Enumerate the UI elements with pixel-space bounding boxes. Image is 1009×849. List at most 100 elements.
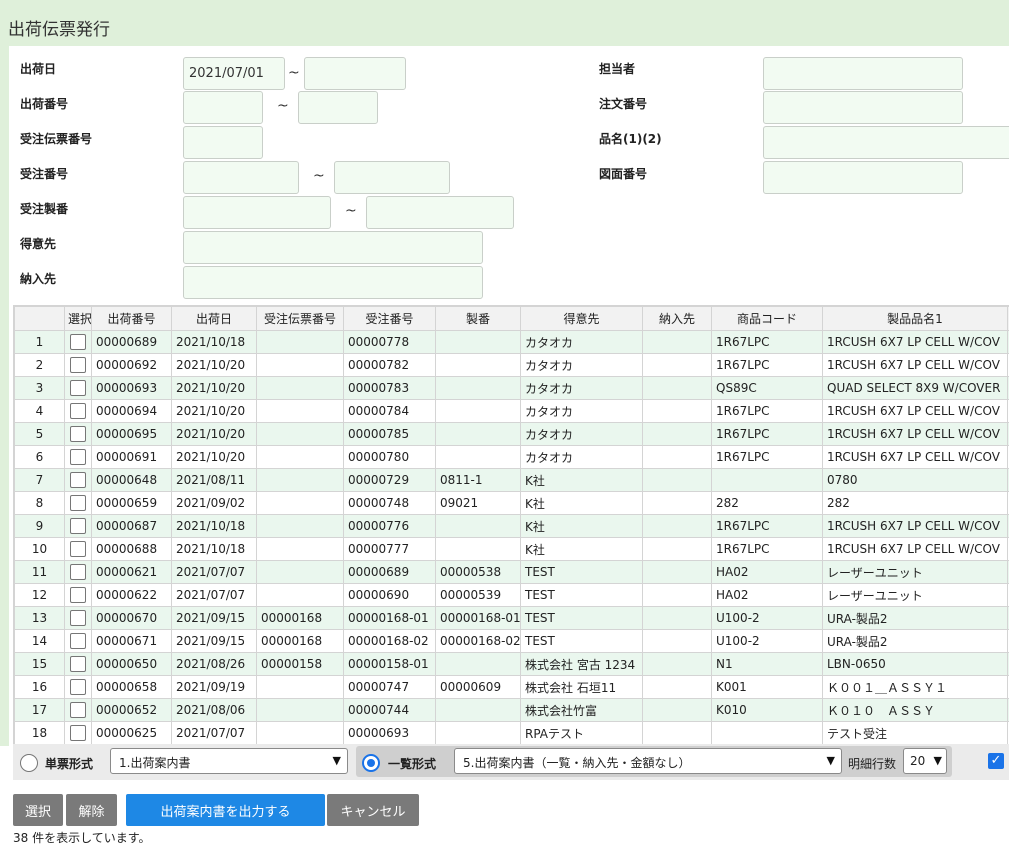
select-all-button[interactable]: 選択 [13,794,63,826]
table-row[interactable]: 7 00000648 2021/08/11 00000729 0811-1 K社 0780 [14,468,1009,492]
ship-no-from-input[interactable] [183,91,263,124]
table-row[interactable]: 6 00000691 2021/10/20 00000780 カタオカ 1R67LPC 1R… [14,445,1009,469]
row-select-cell[interactable] [64,399,92,423]
col-header[interactable]: 出荷番号 [91,306,172,331]
row-checkbox[interactable] [70,541,86,557]
row-checkbox[interactable] [70,472,86,488]
clear-selection-button[interactable]: 解除 [66,794,117,826]
staff-input[interactable] [763,57,963,90]
ship-date-to-input[interactable] [304,57,406,90]
row-select-cell[interactable] [64,537,92,561]
table-row[interactable]: 14 00000671 2021/09/15 00000168 00000168-02 0… [14,629,1009,653]
col-header[interactable]: 受注番号 [343,306,436,331]
col-header[interactable]: 商品コード [711,306,823,331]
table-cell [256,560,344,584]
table-cell [642,330,712,354]
col-header[interactable]: 納入先 [642,306,712,331]
list-format-radio[interactable] [362,754,380,772]
table-cell: 00000694 [91,399,172,423]
delivery-input[interactable] [183,266,483,299]
cancel-button[interactable]: キャンセル [327,794,419,826]
ship-date-from-input[interactable] [183,57,285,90]
row-checkbox[interactable] [70,426,86,442]
row-select-cell[interactable] [64,445,92,469]
col-header[interactable]: 得意先 [520,306,643,331]
label-ship-no: 出荷番号 [20,97,69,111]
table-row[interactable]: 16 00000658 2021/09/19 00000747 00000609 株式会社… [14,675,1009,699]
row-checkbox[interactable] [70,725,86,741]
table-row[interactable]: 15 00000650 2021/08/26 00000158 00000158-01 株… [14,652,1009,676]
row-checkbox[interactable] [70,679,86,695]
row-checkbox[interactable] [70,587,86,603]
table-row[interactable]: 12 00000622 2021/07/07 00000690 00000539 TEST… [14,583,1009,607]
table-row[interactable]: 8 00000659 2021/09/02 00000748 09021 K社 282 282 [14,491,1009,515]
table-cell [435,514,521,538]
row-select-cell[interactable] [64,468,92,492]
table-cell [642,514,712,538]
row-select-cell[interactable] [64,721,92,744]
col-header[interactable]: 出荷日 [171,306,257,331]
table-row[interactable]: 3 00000693 2021/10/20 00000783 カタオカ QS89C QUAD… [14,376,1009,400]
row-select-cell[interactable] [64,422,92,446]
col-header[interactable]: 製品品名1 [822,306,1008,331]
drawing-no-input[interactable] [763,161,963,194]
row-select-cell[interactable] [64,583,92,607]
print-shipping-notice-button[interactable]: 出荷案内書を出力する [126,794,325,826]
table-row[interactable]: 17 00000652 2021/08/06 00000744 株式会社竹富 K010 Ｋ０… [14,698,1009,722]
table-row[interactable]: 2 00000692 2021/10/20 00000782 カタオカ 1R67LPC 1R… [14,353,1009,377]
row-checkbox[interactable] [70,380,86,396]
row-select-cell[interactable] [64,675,92,699]
row-checkbox[interactable] [70,449,86,465]
order-no-from-input[interactable] [183,161,299,194]
label-delivery: 納入先 [20,272,57,286]
table-row[interactable]: 10 00000688 2021/10/18 00000777 K社 1R67LPC 1RC… [14,537,1009,561]
order-product-no-from-input[interactable] [183,196,331,229]
table-row[interactable]: 5 00000695 2021/10/20 00000785 カタオカ 1R67LPC 1R… [14,422,1009,446]
table-cell: 2021/10/20 [171,399,257,423]
table-row[interactable]: 4 00000694 2021/10/20 00000784 カタオカ 1R67LPC 1R… [14,399,1009,423]
row-select-cell[interactable] [64,330,92,354]
row-select-cell[interactable] [64,353,92,377]
row-checkbox[interactable] [70,357,86,373]
row-checkbox[interactable] [70,610,86,626]
row-select-cell[interactable] [64,698,92,722]
row-select-cell[interactable] [64,376,92,400]
order-slip-no-input[interactable] [183,126,263,159]
table-cell: 00000652 [91,698,172,722]
row-checkbox[interactable] [70,702,86,718]
row-select-cell[interactable] [64,629,92,653]
row-select-cell[interactable] [64,514,92,538]
row-checkbox[interactable] [70,403,86,419]
row-checkbox[interactable] [70,518,86,534]
row-checkbox[interactable] [70,656,86,672]
customer-input[interactable] [183,231,483,264]
row-checkbox[interactable] [70,633,86,649]
order-product-no-to-input[interactable] [366,196,514,229]
table-row[interactable]: 1 00000689 2021/10/18 00000778 カタオカ 1R67LPC 1R… [14,330,1009,354]
option-checkbox[interactable]: ✓ [988,753,1004,769]
detail-lines-select[interactable]: 20 ▼ [903,748,947,774]
table-row[interactable]: 18 00000625 2021/07/07 00000693 RPAテスト テスト受注 [14,721,1009,744]
single-format-radio[interactable] [20,754,38,772]
col-header[interactable]: 製番 [435,306,521,331]
row-select-cell[interactable] [64,652,92,676]
col-header[interactable]: 選択 [64,306,92,331]
table-cell: 00000168-01 [435,606,521,630]
po-no-input[interactable] [763,91,963,124]
table-row[interactable]: 13 00000670 2021/09/15 00000168 00000168-01 0… [14,606,1009,630]
single-format-select[interactable]: 1.出荷案内書 ▼ [110,748,348,774]
item-name-input[interactable] [763,126,1009,159]
col-header[interactable]: 受注伝票番号 [256,306,344,331]
table-row[interactable]: 9 00000687 2021/10/18 00000776 K社 1R67LPC 1RCU… [14,514,1009,538]
ship-no-to-input[interactable] [298,91,378,124]
table-cell: 00000776 [343,514,436,538]
row-select-cell[interactable] [64,560,92,584]
row-checkbox[interactable] [70,495,86,511]
row-select-cell[interactable] [64,606,92,630]
list-format-select[interactable]: 5.出荷案内書（一覧・納入先・金額なし） ▼ [454,748,842,774]
row-select-cell[interactable] [64,491,92,515]
table-row[interactable]: 11 00000621 2021/07/07 00000689 00000538 TEST… [14,560,1009,584]
row-checkbox[interactable] [70,334,86,350]
order-no-to-input[interactable] [334,161,450,194]
row-checkbox[interactable] [70,564,86,580]
